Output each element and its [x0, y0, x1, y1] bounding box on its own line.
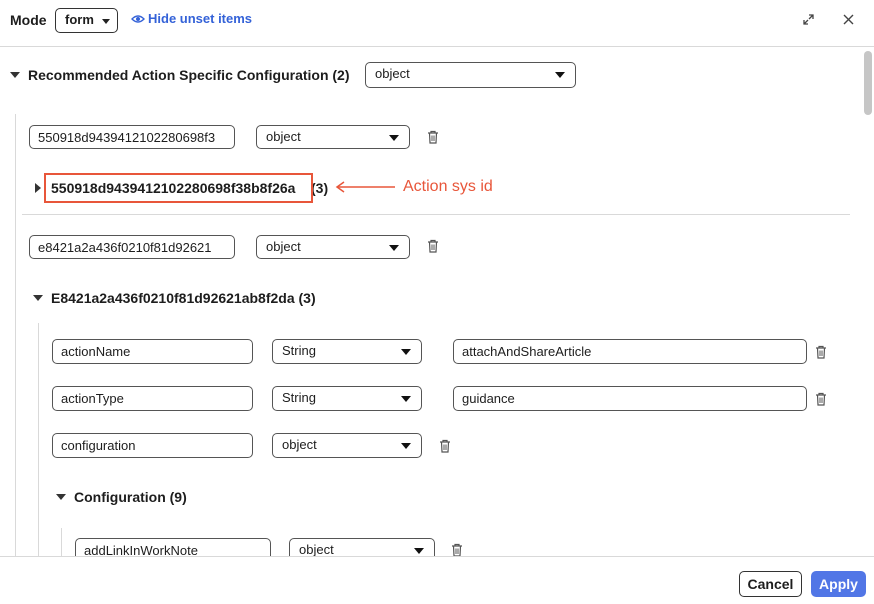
trash-icon[interactable]: [439, 439, 451, 453]
trash-icon[interactable]: [427, 130, 439, 144]
mode-label: Mode: [10, 12, 47, 28]
annotation-label: Action sys id: [403, 178, 493, 195]
collapse-root-icon[interactable]: [10, 72, 20, 78]
prop-key-input[interactable]: actionType: [52, 386, 253, 411]
cancel-button[interactable]: Cancel: [739, 571, 802, 597]
chevron-down-icon: [401, 443, 411, 449]
expand-icon[interactable]: [802, 13, 815, 26]
entry1-type-select[interactable]: object: [256, 125, 410, 149]
entry1-count: (3): [311, 180, 329, 196]
chevron-down-icon: [401, 396, 411, 402]
chevron-down-icon: [389, 135, 399, 141]
trash-icon[interactable]: [815, 345, 827, 359]
hide-unset-items-label: Hide unset items: [148, 11, 253, 26]
prop-type-select[interactable]: String: [272, 386, 422, 411]
chevron-down-icon: [401, 349, 411, 355]
chevron-down-icon: [555, 72, 565, 78]
collapse-entry2-icon[interactable]: [33, 295, 43, 301]
vertical-scrollbar[interactable]: [861, 48, 874, 556]
mode-select-value: form: [65, 12, 94, 27]
dialog-header: Mode form Hide unset items: [0, 0, 874, 47]
dialog-footer: Cancel Apply: [0, 556, 874, 604]
hide-unset-items-link[interactable]: Hide unset items: [131, 11, 252, 26]
chevron-down-icon: [389, 245, 399, 251]
entry1-type-value: object: [266, 129, 301, 144]
apply-button[interactable]: Apply: [811, 571, 866, 597]
entry2-key-input[interactable]: e8421a2a436f0210f81d92621: [29, 235, 235, 259]
close-icon[interactable]: [843, 14, 854, 25]
trash-icon[interactable]: [427, 239, 439, 253]
eye-icon: [131, 14, 145, 23]
prop-type-select[interactable]: object: [272, 433, 422, 458]
entry2-indent-line: [38, 323, 39, 556]
annotation-arrow-icon: [335, 181, 395, 193]
prop-type-value: String: [282, 390, 316, 405]
chevron-down-icon: [414, 548, 424, 554]
chevron-down-icon: [102, 19, 110, 24]
prop-key-input[interactable]: configuration: [52, 433, 253, 458]
trash-icon[interactable]: [815, 392, 827, 406]
config-type-value: object: [299, 542, 334, 556]
mode-select[interactable]: form: [55, 8, 118, 33]
config-type-select[interactable]: object: [289, 538, 435, 556]
root-section-title: Recommended Action Specific Configuratio…: [28, 67, 350, 83]
root-indent-line: [15, 114, 16, 556]
scrollbar-thumb[interactable]: [864, 51, 872, 115]
root-type-value: object: [375, 66, 410, 81]
prop-type-value: String: [282, 343, 316, 358]
entry2-title: E8421a2a436f0210f81d92621ab8f2da (3): [51, 290, 316, 306]
entry2-type-value: object: [266, 239, 301, 254]
configuration-title: Configuration (9): [74, 489, 187, 505]
trash-icon[interactable]: [451, 543, 463, 556]
prop-type-value: object: [282, 437, 317, 452]
configuration-indent-line: [61, 528, 62, 556]
prop-key-input[interactable]: actionName: [52, 339, 253, 364]
form-content: Recommended Action Specific Configuratio…: [0, 48, 874, 556]
prop-value-input[interactable]: attachAndShareArticle: [453, 339, 807, 364]
annotation-highlight-box: [44, 173, 313, 203]
entry1-key-input[interactable]: 550918d9439412102280698f3: [29, 125, 235, 149]
expand-entry1-icon[interactable]: [35, 183, 41, 193]
prop-value-input[interactable]: guidance: [453, 386, 807, 411]
collapse-configuration-icon[interactable]: [56, 494, 66, 500]
root-type-select[interactable]: object: [365, 62, 576, 88]
prop-type-select[interactable]: String: [272, 339, 422, 364]
entry2-type-select[interactable]: object: [256, 235, 410, 259]
entry-divider: [22, 214, 850, 215]
config-key-input[interactable]: addLinkInWorkNote: [75, 538, 271, 556]
